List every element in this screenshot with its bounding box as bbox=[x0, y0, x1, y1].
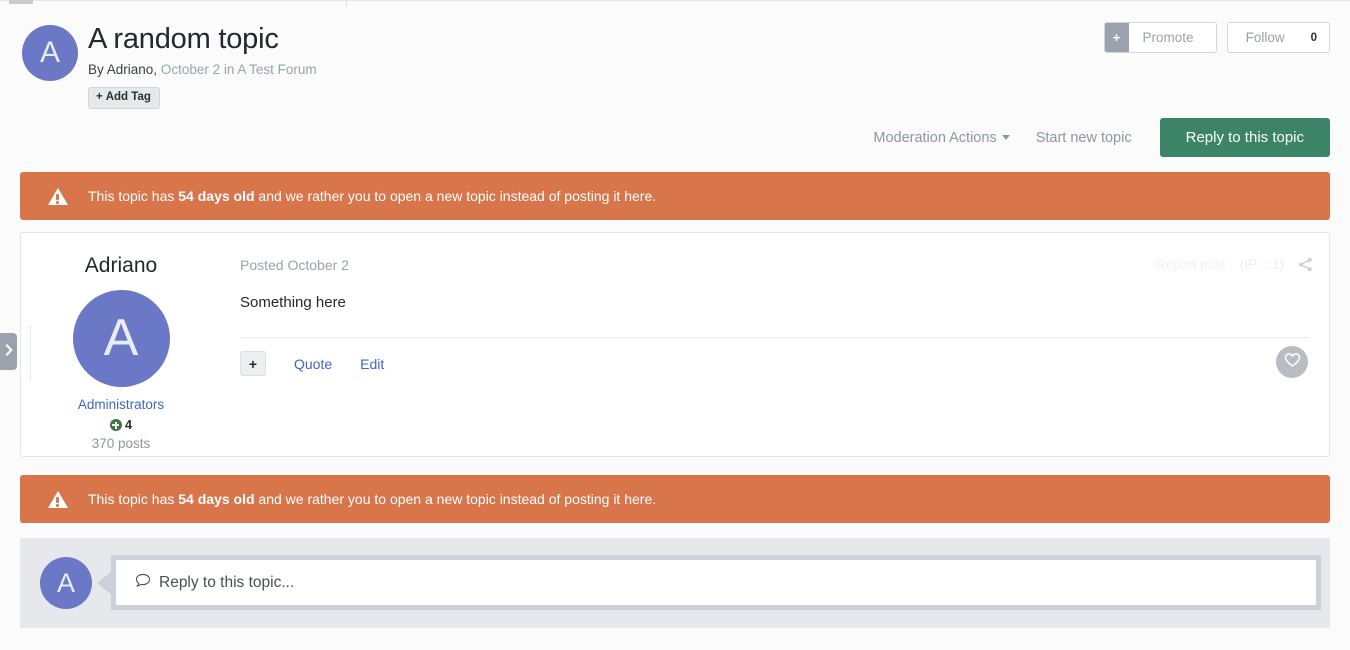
post-divider bbox=[240, 337, 1310, 338]
byline-date-forum-link[interactable]: October 2 in A Test Forum bbox=[161, 62, 317, 77]
reply-to-topic-button[interactable]: Reply to this topic bbox=[1159, 118, 1330, 157]
comment-bubble-icon bbox=[135, 573, 151, 593]
follow-label: Follow bbox=[1245, 30, 1285, 45]
byline: By Adriano, October 2 in A Test Forum bbox=[88, 61, 317, 78]
reply-callout-arrow bbox=[97, 571, 112, 595]
promote-button[interactable]: + Promote bbox=[1103, 22, 1217, 53]
follow-button[interactable]: Follow 0 bbox=[1226, 22, 1330, 53]
byline-author: By Adriano, bbox=[88, 62, 158, 77]
quote-link[interactable]: Quote bbox=[294, 356, 332, 372]
moderation-actions-label: Moderation Actions bbox=[873, 129, 997, 146]
avatar: A bbox=[22, 25, 78, 81]
post-author-group[interactable]: Administrators bbox=[21, 397, 221, 413]
add-tag-button[interactable]: + Add Tag bbox=[88, 87, 160, 109]
reputation-plus-icon bbox=[109, 419, 122, 431]
chevron-right-icon bbox=[5, 343, 13, 361]
top-divider bbox=[346, 0, 347, 6]
follow-count: 0 bbox=[1310, 31, 1317, 44]
edit-link[interactable]: Edit bbox=[360, 356, 384, 372]
post-card: Adriano A Administrators 4 370 posts Pos… bbox=[20, 232, 1330, 457]
warning-triangle-icon bbox=[48, 187, 68, 205]
post-author-name[interactable]: Adriano bbox=[21, 253, 221, 279]
avatar: A bbox=[40, 557, 92, 609]
post-ip-label: (IP: ::1) bbox=[1239, 257, 1284, 272]
sidebar-rule bbox=[30, 325, 31, 381]
top-marker bbox=[9, 0, 33, 4]
share-icon[interactable] bbox=[1298, 257, 1313, 272]
post-body: Something here bbox=[240, 294, 346, 311]
add-tag-label: Add Tag bbox=[105, 91, 151, 103]
header-buttons: + Promote Follow 0 bbox=[1103, 22, 1330, 53]
warning-text-before: This topic has bbox=[88, 188, 179, 204]
reply-placeholder: Reply to this topic... bbox=[135, 573, 294, 593]
moderation-actions-dropdown[interactable]: Moderation Actions bbox=[873, 130, 1035, 146]
start-new-topic-link[interactable]: Start new topic bbox=[1036, 130, 1160, 146]
plus-icon: + bbox=[1104, 23, 1129, 52]
plus-icon: + bbox=[96, 91, 103, 103]
topic-age-warning-top: This topic has 54 days old and we rather… bbox=[20, 172, 1330, 220]
chevron-down-icon bbox=[1001, 135, 1010, 141]
promote-label: Promote bbox=[1142, 30, 1194, 45]
warning-text-after: and we rather you to open a new topic in… bbox=[254, 188, 657, 204]
top-border bbox=[0, 0, 1350, 1]
warning-triangle-icon bbox=[48, 490, 68, 508]
post-content-column: Posted October 2 Report post (IP: ::1) S… bbox=[221, 233, 1329, 456]
warning-text-after: and we rather you to open a new topic in… bbox=[254, 491, 657, 507]
report-post-link[interactable]: Report post bbox=[1156, 257, 1226, 272]
avatar[interactable]: A bbox=[72, 290, 170, 387]
heart-icon bbox=[1284, 352, 1301, 373]
topic-page: A A random topic By Adriano, October 2 i… bbox=[0, 0, 1350, 650]
post-author-reputation: 4 bbox=[21, 417, 221, 433]
warning-text-bold: 54 days old bbox=[178, 188, 255, 204]
post-author-column: Adriano A Administrators 4 370 posts bbox=[21, 233, 221, 452]
post-meta: Report post (IP: ::1) bbox=[1156, 257, 1313, 272]
warning-text-before: This topic has bbox=[88, 491, 179, 507]
reply-placeholder-text: Reply to this topic... bbox=[159, 573, 295, 591]
warning-text: This topic has 54 days old and we rather… bbox=[88, 187, 656, 205]
topic-header-text: A random topic By Adriano, October 2 in … bbox=[88, 22, 317, 109]
sidebar-toggle-button[interactable] bbox=[0, 333, 17, 370]
multiquote-plus-button[interactable]: + bbox=[240, 351, 266, 376]
warning-text-bold: 54 days old bbox=[178, 491, 255, 507]
reputation-value: 4 bbox=[124, 417, 133, 432]
like-button[interactable] bbox=[1276, 346, 1308, 378]
topic-action-bar: Moderation Actions Start new topic Reply… bbox=[873, 118, 1330, 157]
post-author-post-count: 370 posts bbox=[91, 436, 151, 451]
plus-icon: + bbox=[248, 355, 258, 372]
reply-area: A Reply to this topic... bbox=[20, 538, 1330, 628]
post-tools: + Quote Edit bbox=[240, 351, 384, 376]
reply-input[interactable]: Reply to this topic... bbox=[111, 555, 1321, 610]
topic-age-warning-bottom: This topic has 54 days old and we rather… bbox=[20, 475, 1330, 523]
post-date[interactable]: Posted October 2 bbox=[240, 257, 349, 273]
warning-text: This topic has 54 days old and we rather… bbox=[88, 490, 656, 508]
page-title: A random topic bbox=[88, 23, 279, 55]
